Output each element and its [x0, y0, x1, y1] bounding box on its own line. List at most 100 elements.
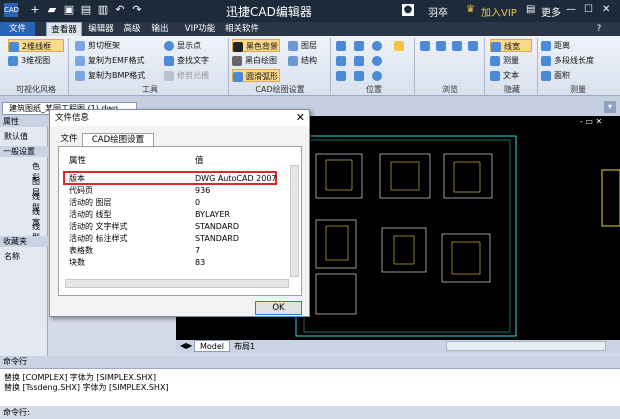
menu-file[interactable]: 文件	[0, 22, 35, 36]
layers-button[interactable]: 图层	[288, 39, 317, 52]
points-icon	[164, 40, 174, 51]
zoom-out-icon	[372, 55, 382, 66]
black-bg-icon	[233, 41, 243, 52]
view-3d-icon	[336, 70, 346, 81]
structure-button[interactable]: 结构	[288, 54, 317, 67]
tab-dropdown-icon[interactable]: ▾	[604, 101, 616, 113]
copy-emf-button[interactable]: 复制为EMF格式	[75, 54, 145, 67]
more-icon[interactable]: ▤	[526, 4, 535, 15]
measure-toggle-button[interactable]: 测量	[490, 54, 519, 67]
copy-emf-icon	[75, 55, 85, 66]
menu-advanced[interactable]: 高级	[120, 22, 144, 36]
2d-wireframe-button[interactable]: 2维线框	[8, 39, 64, 52]
menu-viewer[interactable]: 查看器	[46, 22, 82, 36]
find-text-button[interactable]: 查找文字	[164, 54, 209, 67]
join-vip-link[interactable]: 加入VIP	[481, 4, 517, 19]
black-background-button[interactable]: 黑色背景	[232, 39, 280, 52]
menu-related[interactable]: 相关软件	[222, 22, 262, 36]
table-row[interactable]: 活动的 图层 0	[65, 197, 291, 208]
table-hscrollbar[interactable]	[65, 279, 289, 288]
refresh-view-button[interactable]	[468, 39, 481, 52]
menu-output[interactable]: 输出	[148, 22, 172, 36]
menu-editor[interactable]: 编辑器	[84, 22, 118, 36]
table-row[interactable]: 活动的 标注样式 STANDARD	[65, 233, 291, 244]
area-button[interactable]: 面积	[541, 69, 570, 82]
zoom-out-button[interactable]	[372, 54, 385, 67]
save-as-icon[interactable]: ▤	[79, 3, 93, 17]
clip-frame-button[interactable]: 剪切框架	[75, 39, 120, 52]
properties-panel: 属性 默认值 一般设置 色彩 图层 线型 线宽 线型 收藏夹 名称	[0, 116, 48, 356]
command-prompt[interactable]: 命令行:	[0, 407, 620, 419]
open-folder-icon[interactable]: ▰	[45, 3, 59, 17]
table-row[interactable]: 块数 83	[65, 257, 291, 268]
realtime-zoom-button[interactable]	[354, 54, 367, 67]
default-values-label[interactable]: 默认值	[4, 131, 28, 142]
orbit-button[interactable]	[354, 69, 367, 82]
ribbon-divider	[484, 38, 485, 94]
table-row[interactable]: 活动的 线型 BYLAYER	[65, 209, 291, 220]
more-link[interactable]: 更多	[541, 4, 561, 19]
prev-view-button[interactable]	[420, 39, 433, 52]
save-view-button[interactable]	[452, 39, 465, 52]
save-icon[interactable]: ▣	[62, 3, 76, 17]
zoom-window-button[interactable]	[354, 39, 367, 52]
fit-button[interactable]	[336, 54, 349, 67]
zoom-in-button[interactable]	[372, 39, 385, 52]
hand-icon	[394, 40, 404, 51]
wireframe-icon	[9, 41, 19, 52]
viewport-controls[interactable]: - ▭ ✕	[580, 117, 602, 126]
group-label-measure: 测量	[570, 85, 586, 94]
table-row[interactable]: 活动的 文字样式 STANDARD	[65, 221, 291, 232]
restore-button[interactable]: ☐	[584, 4, 593, 15]
tab-nav-arrows[interactable]: ◀▶	[180, 341, 192, 350]
layers-icon	[288, 40, 298, 51]
minimize-button[interactable]: —	[566, 4, 576, 15]
table-vscrollbar[interactable]	[290, 165, 299, 277]
redo-icon[interactable]: ↷	[130, 3, 144, 17]
menu-bar: 文件 查看器 编辑器 高级 输出 VIP功能 相关软件 ?	[0, 22, 620, 36]
dialog-close-icon[interactable]: ✕	[296, 111, 305, 125]
help-icon[interactable]: ?	[592, 22, 606, 36]
rotate-button[interactable]	[372, 69, 385, 82]
crown-icon: ♛	[466, 4, 475, 15]
tab-file[interactable]: 文件	[58, 133, 80, 146]
table-row[interactable]: 版本 DWG AutoCAD 2007	[65, 173, 291, 184]
distance-button[interactable]: 距离	[541, 39, 570, 52]
tab-model[interactable]: Model	[194, 340, 231, 352]
close-button[interactable]: ✕	[602, 4, 610, 15]
print-icon[interactable]: ▥	[96, 3, 110, 17]
black-white-button[interactable]: 黑白绘图	[232, 54, 277, 67]
canvas-hscrollbar[interactable]	[446, 341, 606, 351]
rotate-icon	[372, 70, 382, 81]
ok-button[interactable]: OK	[255, 301, 302, 315]
table-row[interactable]: 表格数 7	[65, 245, 291, 256]
3d-view-button[interactable]: 3维视图	[8, 54, 50, 67]
pan-button[interactable]	[394, 39, 407, 52]
next-view-button[interactable]	[436, 39, 449, 52]
table-row[interactable]: 代码页 936	[65, 185, 291, 196]
zoom-extents-button[interactable]	[336, 39, 349, 52]
username[interactable]: 羽卒	[428, 4, 448, 19]
view-3d-button[interactable]	[336, 69, 349, 82]
undo-icon[interactable]: ↶	[113, 3, 127, 17]
show-points-button[interactable]: 显示点	[164, 39, 201, 52]
ribbon-divider	[330, 38, 331, 94]
smooth-arc-button[interactable]: 圆滑弧形	[232, 69, 280, 82]
tab-cad-settings[interactable]: CAD绘图设置	[82, 133, 154, 146]
find-icon	[164, 55, 174, 66]
general-settings-header[interactable]: 一般设置	[0, 146, 48, 157]
copy-bmp-button[interactable]: 复制为BMP格式	[75, 69, 145, 82]
trim-raster-button[interactable]: 修剪光栅	[164, 69, 209, 82]
text-toggle-button[interactable]: 文本	[490, 69, 519, 82]
group-label-position: 位置	[366, 85, 382, 94]
command-prompt-label: 命令行:	[3, 408, 30, 417]
user-avatar-icon[interactable]: ●	[402, 4, 414, 16]
group-label-visual-style: 可视化风格	[16, 85, 56, 94]
bw-icon	[232, 55, 242, 66]
menu-vip[interactable]: VIP功能	[180, 22, 220, 36]
distance-icon	[541, 40, 551, 51]
tab-layout1[interactable]: 布局1	[234, 341, 255, 352]
line-width-button[interactable]: 线宽	[490, 39, 532, 52]
new-file-icon[interactable]: +	[28, 3, 42, 17]
polyline-length-button[interactable]: 多段线长度	[541, 54, 594, 67]
